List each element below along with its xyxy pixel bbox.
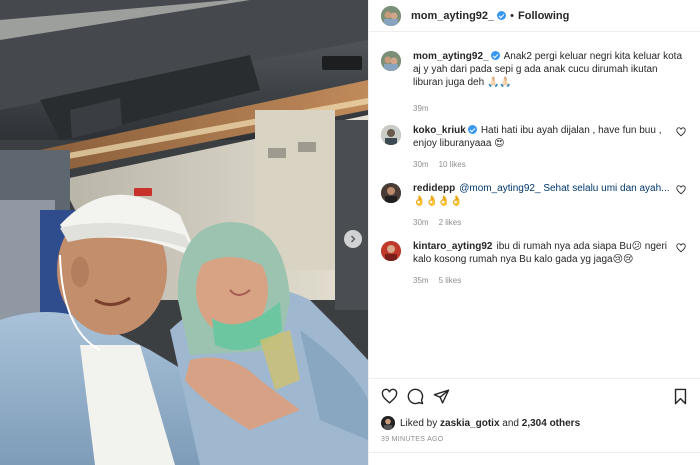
bookmark-icon[interactable]	[672, 388, 689, 405]
post-timestamp[interactable]: 39 MINUTES AGO	[381, 436, 689, 443]
comment-avatar[interactable]	[381, 241, 401, 261]
post-photo	[0, 0, 368, 465]
likes-count[interactable]: 2,304 others	[522, 418, 580, 429]
caption-time[interactable]: 39m	[413, 104, 429, 113]
carousel-next-button[interactable]	[344, 230, 362, 248]
verified-badge-icon	[490, 51, 500, 60]
liker-avatar[interactable]	[381, 416, 395, 430]
share-icon[interactable]	[433, 388, 450, 405]
heart-icon[interactable]	[676, 243, 686, 253]
separator-dot: •	[510, 9, 515, 22]
caption-avatar[interactable]	[381, 51, 401, 71]
comment-icon[interactable]	[407, 388, 424, 405]
post-side-panel: mom_ayting92_ • Following mom_ayting92_ A…	[368, 0, 700, 465]
comment-item: kintaro_ayting92 ibu di rumah nya ada sia…	[381, 240, 688, 298]
heart-icon[interactable]	[676, 127, 686, 137]
comment-username[interactable]: redidepp	[413, 183, 455, 194]
comment-item: koko_kriuk Hati hati ibu ayah dijalan , h…	[381, 124, 688, 182]
verified-badge-icon	[467, 125, 477, 134]
owner-username[interactable]: mom_ayting92_	[411, 10, 494, 22]
comment-time[interactable]: 30m	[413, 160, 429, 169]
comment-likes[interactable]: 5 likes	[439, 276, 462, 285]
likes-summary: Liked by zaskia_gotix and 2,304 others	[381, 416, 689, 430]
post-header: mom_ayting92_ • Following	[369, 0, 700, 32]
liker-username[interactable]: zaskia_gotix	[440, 418, 499, 429]
comment-username[interactable]: koko_kriuk	[413, 125, 466, 136]
comment-time[interactable]: 35m	[413, 276, 429, 285]
caption-username[interactable]: mom_ayting92_	[413, 51, 489, 62]
heart-icon[interactable]	[381, 388, 398, 405]
heart-icon[interactable]	[676, 185, 686, 195]
verified-badge-icon	[497, 11, 507, 20]
comments-list: mom_ayting92_ Anak2 pergi keluar negri ki…	[369, 32, 700, 298]
comment-time[interactable]: 30m	[413, 218, 429, 227]
comment-avatar[interactable]	[381, 183, 401, 203]
post-actions: Liked by zaskia_gotix and 2,304 others 3…	[369, 378, 700, 443]
owner-avatar[interactable]	[381, 5, 401, 26]
following-button[interactable]: Following	[518, 10, 569, 22]
likes-middle: and	[499, 417, 522, 429]
selfie-on-train-image	[0, 0, 368, 465]
likes-prefix: Liked by	[400, 417, 441, 429]
comment-username[interactable]: kintaro_ayting92	[413, 241, 492, 252]
chevron-right-icon	[351, 235, 356, 243]
comment-avatar[interactable]	[381, 125, 401, 145]
comment-likes[interactable]: 2 likes	[439, 218, 462, 227]
add-comment-area[interactable]	[369, 452, 700, 465]
comment-item: redidepp @mom_ayting92_ Sehat selalu umi …	[381, 182, 688, 240]
caption: mom_ayting92_ Anak2 pergi keluar negri ki…	[381, 50, 688, 124]
comment-likes[interactable]: 10 likes	[439, 160, 466, 169]
